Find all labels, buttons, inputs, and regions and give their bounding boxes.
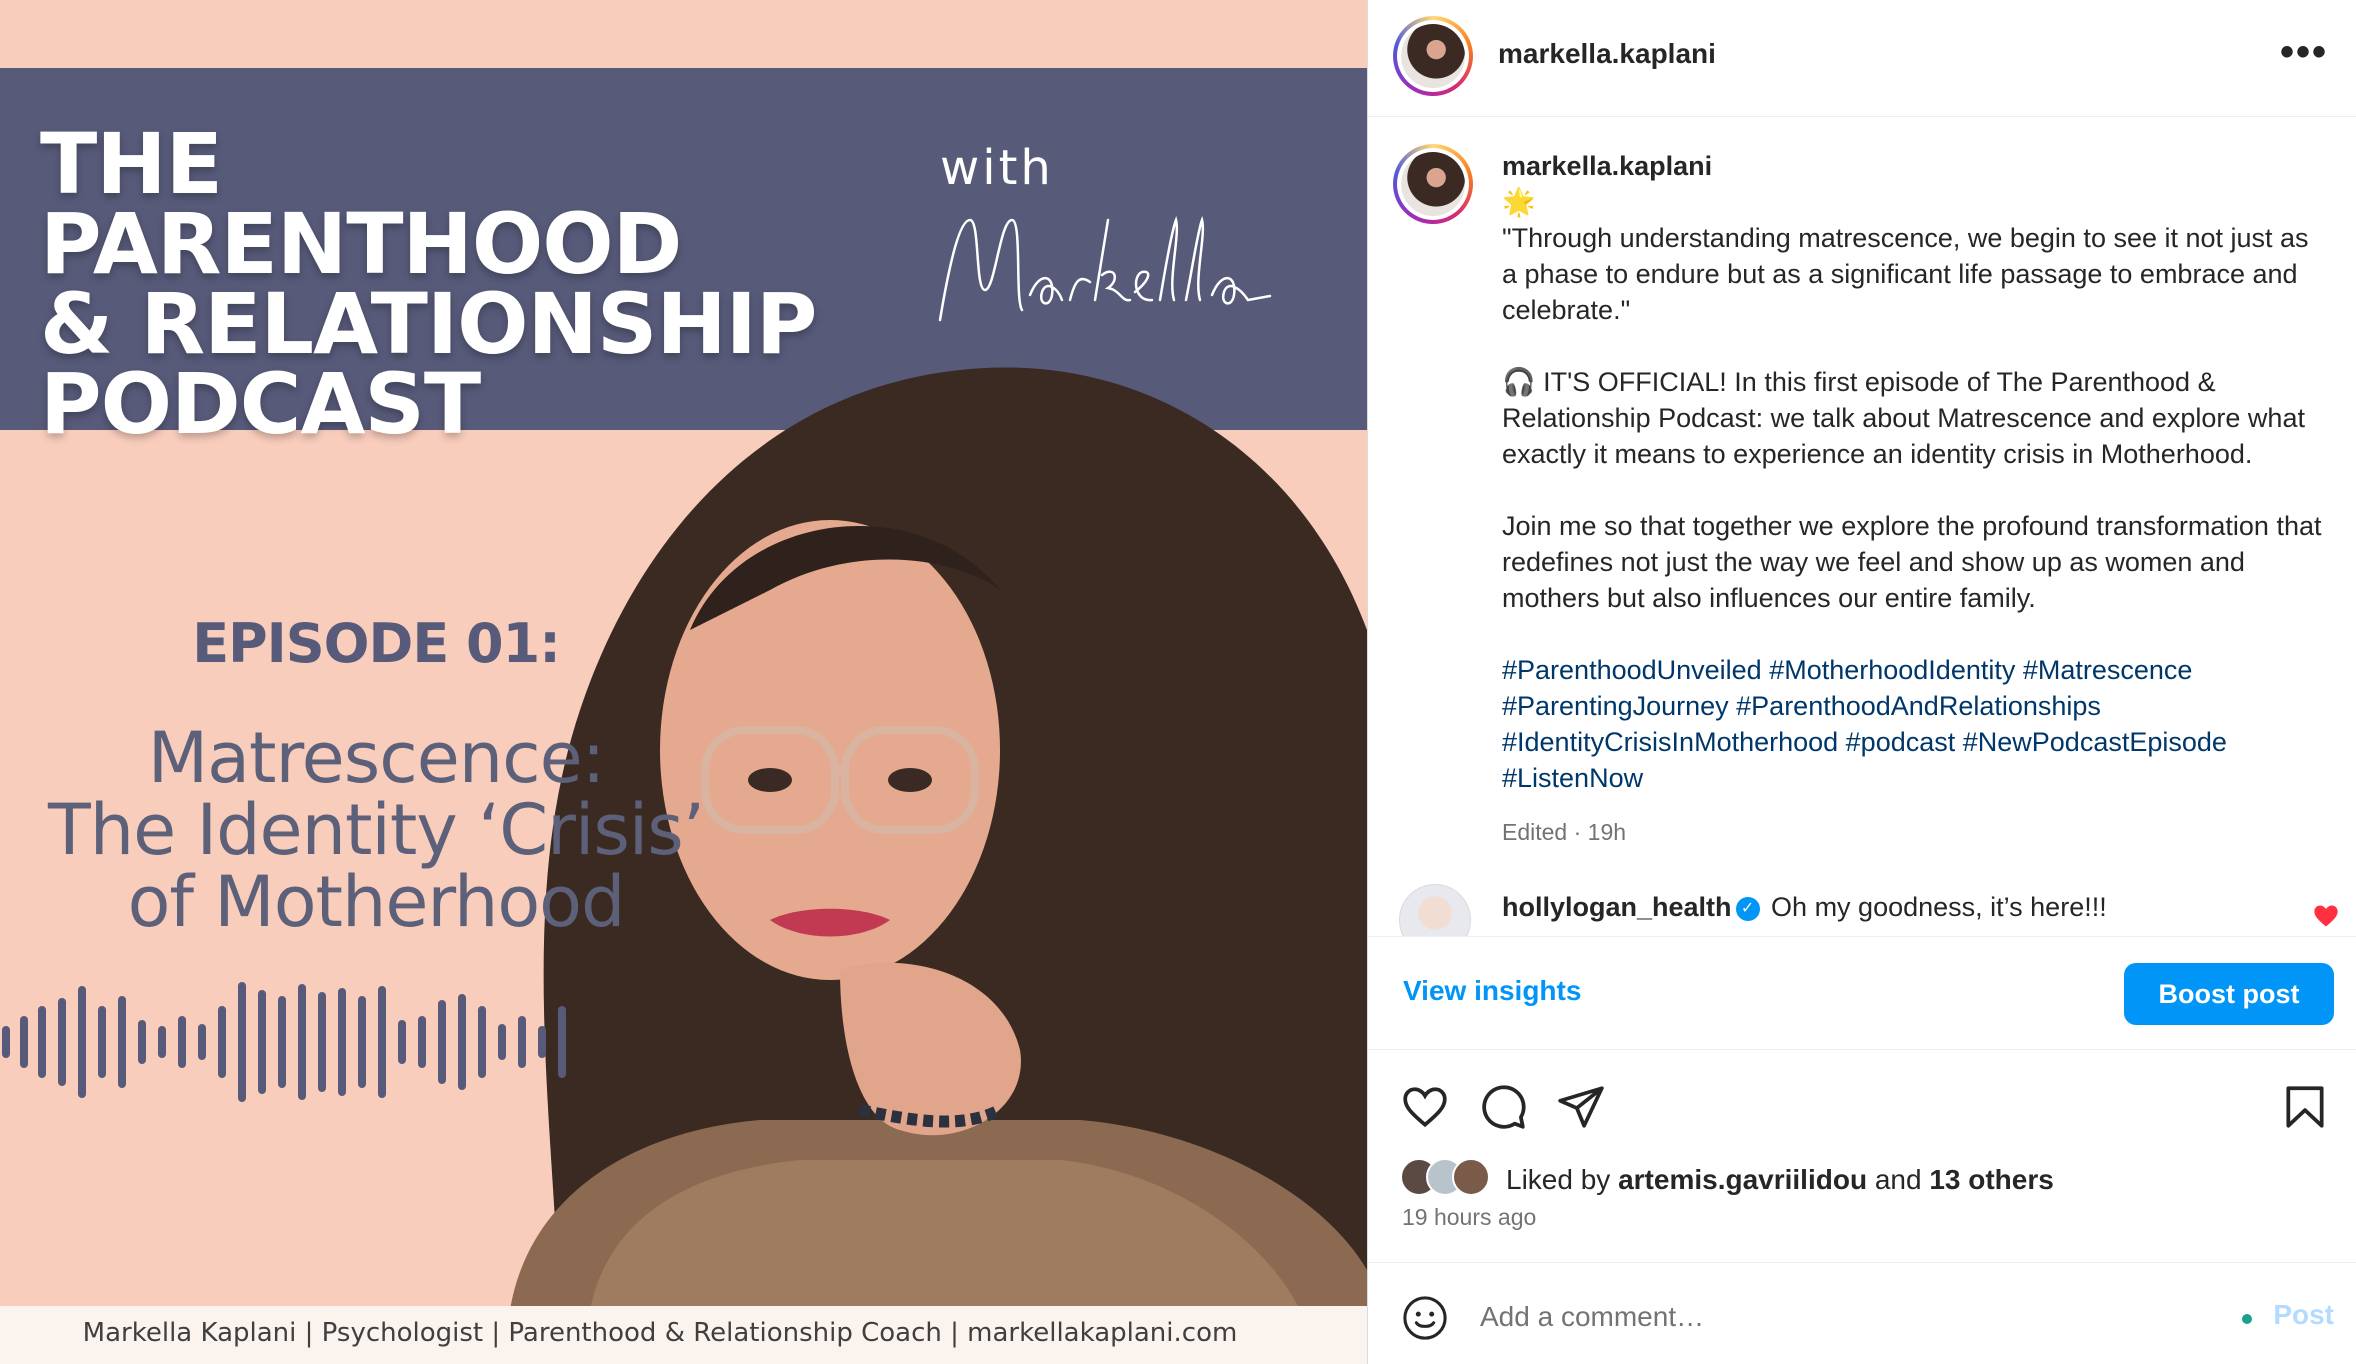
caption-author-avatar[interactable] — [1393, 144, 1473, 224]
comments-scroll-area[interactable]: markella.kaplani 🌟 "Through understandin… — [1368, 118, 2356, 936]
add-comment-input[interactable] — [1480, 1291, 2200, 1343]
insights-row: View insights Boost post — [1368, 936, 2356, 1050]
commenter-avatar[interactable] — [1399, 884, 1471, 936]
episode-title: Matrescence: The Identity ‘Crisis’ of Mo… — [48, 717, 705, 943]
caption-username[interactable]: markella.kaplani — [1502, 151, 1712, 181]
caption-quote: "Through understanding matrescence, we b… — [1502, 223, 2309, 325]
emoji-icon[interactable] — [1402, 1295, 1448, 1341]
add-comment-bar: Post — [1368, 1262, 2356, 1364]
commenter-username[interactable]: hollylogan_health — [1502, 892, 1732, 922]
view-insights-link[interactable]: View insights — [1403, 975, 1581, 1007]
post-header: markella.kaplani ••• — [1368, 0, 2356, 117]
comment-body: Oh my goodness, it’s here!!! — [1771, 892, 2107, 922]
episode-number: EPISODE 01: — [192, 612, 561, 675]
post-timestamp[interactable]: 19 hours ago — [1402, 1204, 1536, 1231]
liked-by-text: Liked by artemis.gavriilidou and 13 othe… — [1506, 1164, 2054, 1195]
author-username[interactable]: markella.kaplani — [1498, 38, 1716, 70]
caption-paragraph-2: Join me so that together we explore the … — [1502, 511, 2322, 613]
status-dot — [2242, 1314, 2252, 1324]
comment-icon[interactable] — [1478, 1082, 1528, 1132]
author-avatar[interactable] — [1393, 16, 1473, 96]
markella-signature-logo — [938, 216, 1272, 322]
post-action-bar — [1368, 1072, 2356, 1142]
artwork-footer-text: Markella Kaplani | Psychologist | Parent… — [82, 1318, 1238, 1348]
caption-paragraph-1: 🎧 IT'S OFFICIAL! In this first episode o… — [1502, 367, 2305, 469]
with-label: with — [940, 140, 1054, 196]
boost-post-button[interactable]: Boost post — [2124, 963, 2334, 1025]
share-icon[interactable] — [1556, 1082, 1606, 1132]
caption-hashtags[interactable]: #ParenthoodUnveiled #MotherhoodIdentity … — [1502, 652, 2322, 796]
star-emoji: 🌟 — [1502, 187, 1536, 217]
likes-others-link[interactable]: 13 others — [1929, 1164, 2054, 1195]
comment-text-line: hollylogan_health ✓ Oh my goodness, it’s … — [1502, 892, 2107, 923]
comment-item: hollylogan_health ✓ Oh my goodness, it’s … — [1368, 884, 2356, 936]
post-comment-button[interactable]: Post — [2273, 1299, 2334, 1331]
heart-icon[interactable] — [1400, 1082, 1450, 1132]
artwork-top-strip — [0, 0, 1367, 68]
more-horizontal-icon[interactable]: ••• — [2280, 30, 2328, 75]
audio-waveform-graphic — [2, 982, 566, 1102]
bookmark-icon[interactable] — [2280, 1082, 2330, 1132]
comment-like-heart-icon[interactable] — [2312, 902, 2340, 930]
liked-by-user-link[interactable]: artemis.gavriilidou — [1618, 1164, 1867, 1195]
post-detail-panel: markella.kaplani ••• markella.kaplani 🌟 … — [1367, 0, 2356, 1364]
post-caption: markella.kaplani 🌟 "Through understandin… — [1502, 148, 2322, 850]
artwork-footer: Markella Kaplani | Psychologist | Parent… — [0, 1306, 1367, 1364]
caption-edited-time: Edited · 19h — [1502, 819, 1627, 845]
liker-avatars[interactable] — [1400, 1158, 1510, 1198]
verified-badge-icon: ✓ — [1735, 896, 1760, 921]
podcast-artwork: THE PARENTHOOD & RELATIONSHIP PODCAST wi… — [0, 0, 1367, 1364]
